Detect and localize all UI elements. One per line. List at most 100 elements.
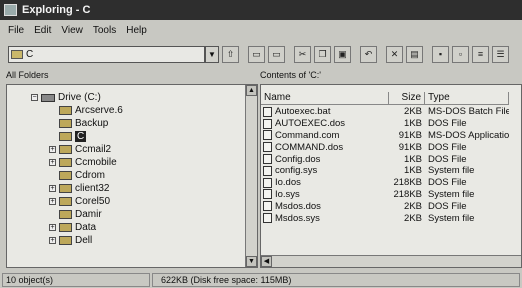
map-drive-icon[interactable]: ▭ bbox=[248, 45, 265, 63]
file-type: DOS File bbox=[428, 177, 467, 189]
tree-item-label: Ccmobile bbox=[75, 157, 117, 168]
tree-item[interactable]: Backup bbox=[7, 117, 245, 130]
menu-bar: File Edit View Tools Help bbox=[0, 21, 522, 39]
tree-item-label: Drive (C:) bbox=[58, 92, 101, 103]
up-folder-icon[interactable]: ⇧ bbox=[222, 45, 239, 63]
file-size: 2KB bbox=[404, 212, 422, 224]
menu-edit[interactable]: Edit bbox=[34, 25, 51, 36]
title-bar[interactable]: Exploring - C bbox=[0, 0, 522, 20]
menu-tools[interactable]: Tools bbox=[93, 25, 116, 36]
file-size: 1KB bbox=[404, 118, 422, 130]
file-name-cell: config.sys bbox=[261, 165, 389, 176]
file-row[interactable]: Io.dos 218KB DOS File bbox=[261, 177, 511, 189]
all-folders-header: All Folders bbox=[6, 70, 49, 80]
large-icons-icon[interactable]: ▪ bbox=[432, 45, 449, 63]
tree-item[interactable]: Damir bbox=[7, 208, 245, 221]
file-name: config.sys bbox=[275, 165, 318, 177]
file-name-cell: AUTOEXEC.dos bbox=[261, 118, 389, 129]
toolbar: C ▼ ⇧ ▭ ▭ ✂ ❐ ▣ ↶ ✕ ▤ ▪ ▫ ≡ ☰ bbox=[0, 42, 522, 66]
file-type: MS-DOS Batch File bbox=[428, 106, 509, 118]
file-name-cell: Msdos.sys bbox=[261, 213, 389, 224]
undo-icon[interactable]: ↶ bbox=[360, 45, 377, 63]
file-row[interactable]: Command.com 91KB MS-DOS Application bbox=[261, 130, 511, 142]
tree-item[interactable]: + Corel50 bbox=[7, 195, 245, 208]
details-icon[interactable]: ☰ bbox=[492, 45, 509, 63]
tree-item[interactable]: + Ccmail2 bbox=[7, 143, 245, 156]
tree-item[interactable]: Cdrom bbox=[7, 169, 245, 182]
file-name: Config.dos bbox=[275, 153, 321, 165]
status-object-count: 10 object(s) bbox=[2, 273, 150, 287]
folder-tree-pane[interactable]: − Drive (C:) Arcserve.6 Backup C + Ccmail2 + Ccm… bbox=[6, 84, 258, 268]
file-row[interactable]: AUTOEXEC.dos 1KB DOS File bbox=[261, 118, 511, 130]
file-size: 91KB bbox=[398, 141, 422, 153]
collapse-icon[interactable]: − bbox=[31, 94, 38, 101]
column-size[interactable]: Size bbox=[389, 92, 425, 105]
contents-header: Contents of 'C:' bbox=[260, 70, 321, 80]
menu-file[interactable]: File bbox=[8, 25, 24, 36]
file-name: Command.com bbox=[275, 129, 340, 141]
disconnect-icon[interactable]: ▭ bbox=[268, 45, 285, 63]
tree-item-label: Cdrom bbox=[75, 170, 106, 181]
column-headers: Name Size Type bbox=[261, 92, 509, 105]
file-row[interactable]: Msdos.sys 2KB System file bbox=[261, 212, 511, 224]
column-name[interactable]: Name bbox=[261, 92, 389, 105]
file-type: DOS File bbox=[428, 118, 467, 130]
expand-icon[interactable]: + bbox=[49, 146, 56, 153]
file-row[interactable]: config.sys 1KB System file bbox=[261, 165, 511, 177]
file-row[interactable]: Msdos.dos 2KB DOS File bbox=[261, 200, 511, 212]
tree-item[interactable]: C bbox=[7, 130, 245, 143]
tree-item[interactable]: + Data bbox=[7, 221, 245, 234]
properties-icon[interactable]: ▤ bbox=[406, 45, 423, 63]
tree-item-label: Backup bbox=[75, 118, 109, 129]
file-size: 218KB bbox=[393, 177, 422, 189]
file-name: Io.sys bbox=[275, 188, 300, 200]
small-icons-icon[interactable]: ▫ bbox=[452, 45, 469, 63]
address-dropdown-button[interactable]: ▼ bbox=[205, 45, 219, 63]
file-icon bbox=[263, 106, 272, 117]
file-name: Msdos.sys bbox=[275, 212, 320, 224]
address-combo[interactable]: C bbox=[8, 45, 205, 63]
tree-item-label: Arcserve.6 bbox=[75, 105, 123, 116]
file-name-cell: Io.dos bbox=[261, 177, 389, 188]
expand-icon[interactable]: + bbox=[49, 159, 56, 166]
file-name-cell: Io.sys bbox=[261, 189, 389, 200]
expand-icon[interactable]: + bbox=[49, 237, 56, 244]
file-row[interactable]: Io.sys 218KB System file bbox=[261, 189, 511, 201]
file-row[interactable]: COMMAND.dos 91KB DOS File bbox=[261, 141, 511, 153]
scroll-up-arrow-icon[interactable]: ▲ bbox=[246, 85, 257, 96]
paste-icon[interactable]: ▣ bbox=[334, 45, 351, 63]
tree-vertical-scrollbar[interactable]: ▲ ▼ bbox=[245, 85, 257, 267]
expand-icon[interactable]: + bbox=[49, 224, 56, 231]
tree-item[interactable]: + Ccmobile bbox=[7, 156, 245, 169]
cut-icon[interactable]: ✂ bbox=[294, 45, 311, 63]
tree-item[interactable]: + client32 bbox=[7, 182, 245, 195]
file-name-cell: Msdos.dos bbox=[261, 201, 389, 212]
folder-icon bbox=[59, 132, 72, 141]
file-size: 218KB bbox=[393, 188, 422, 200]
copy-icon[interactable]: ❐ bbox=[314, 45, 331, 63]
file-row[interactable]: Autoexec.bat 2KB MS-DOS Batch File bbox=[261, 106, 511, 118]
tree-item[interactable]: − Drive (C:) bbox=[7, 91, 245, 104]
scroll-down-arrow-icon[interactable]: ▼ bbox=[246, 256, 257, 267]
menu-help[interactable]: Help bbox=[126, 25, 147, 36]
list-icon[interactable]: ≡ bbox=[472, 45, 489, 63]
file-row[interactable]: Config.dos 1KB DOS File bbox=[261, 153, 511, 165]
menu-view[interactable]: View bbox=[61, 25, 83, 36]
file-name-cell: COMMAND.dos bbox=[261, 142, 389, 153]
file-name: COMMAND.dos bbox=[275, 141, 344, 153]
tree-item[interactable]: Arcserve.6 bbox=[7, 104, 245, 117]
tree-item[interactable]: + Dell bbox=[7, 234, 245, 247]
delete-icon[interactable]: ✕ bbox=[386, 45, 403, 63]
expand-icon[interactable]: + bbox=[49, 198, 56, 205]
folder-tree: − Drive (C:) Arcserve.6 Backup C + Ccmail2 + Ccm… bbox=[7, 91, 245, 247]
column-type[interactable]: Type bbox=[425, 92, 509, 105]
file-type: DOS File bbox=[428, 141, 467, 153]
expand-icon[interactable]: + bbox=[49, 185, 56, 192]
scroll-left-arrow-icon[interactable]: ◀ bbox=[261, 256, 272, 267]
file-type: DOS File bbox=[428, 200, 467, 212]
contents-horizontal-scrollbar[interactable]: ◀ bbox=[261, 255, 521, 267]
file-list: Autoexec.bat 2KB MS-DOS Batch File AUTOEXEC… bbox=[261, 106, 511, 224]
contents-pane[interactable]: Name Size Type Autoexec.bat 2KB MS-DOS Bat… bbox=[260, 84, 522, 268]
file-type: System file bbox=[428, 212, 475, 224]
drive-icon bbox=[41, 93, 55, 102]
